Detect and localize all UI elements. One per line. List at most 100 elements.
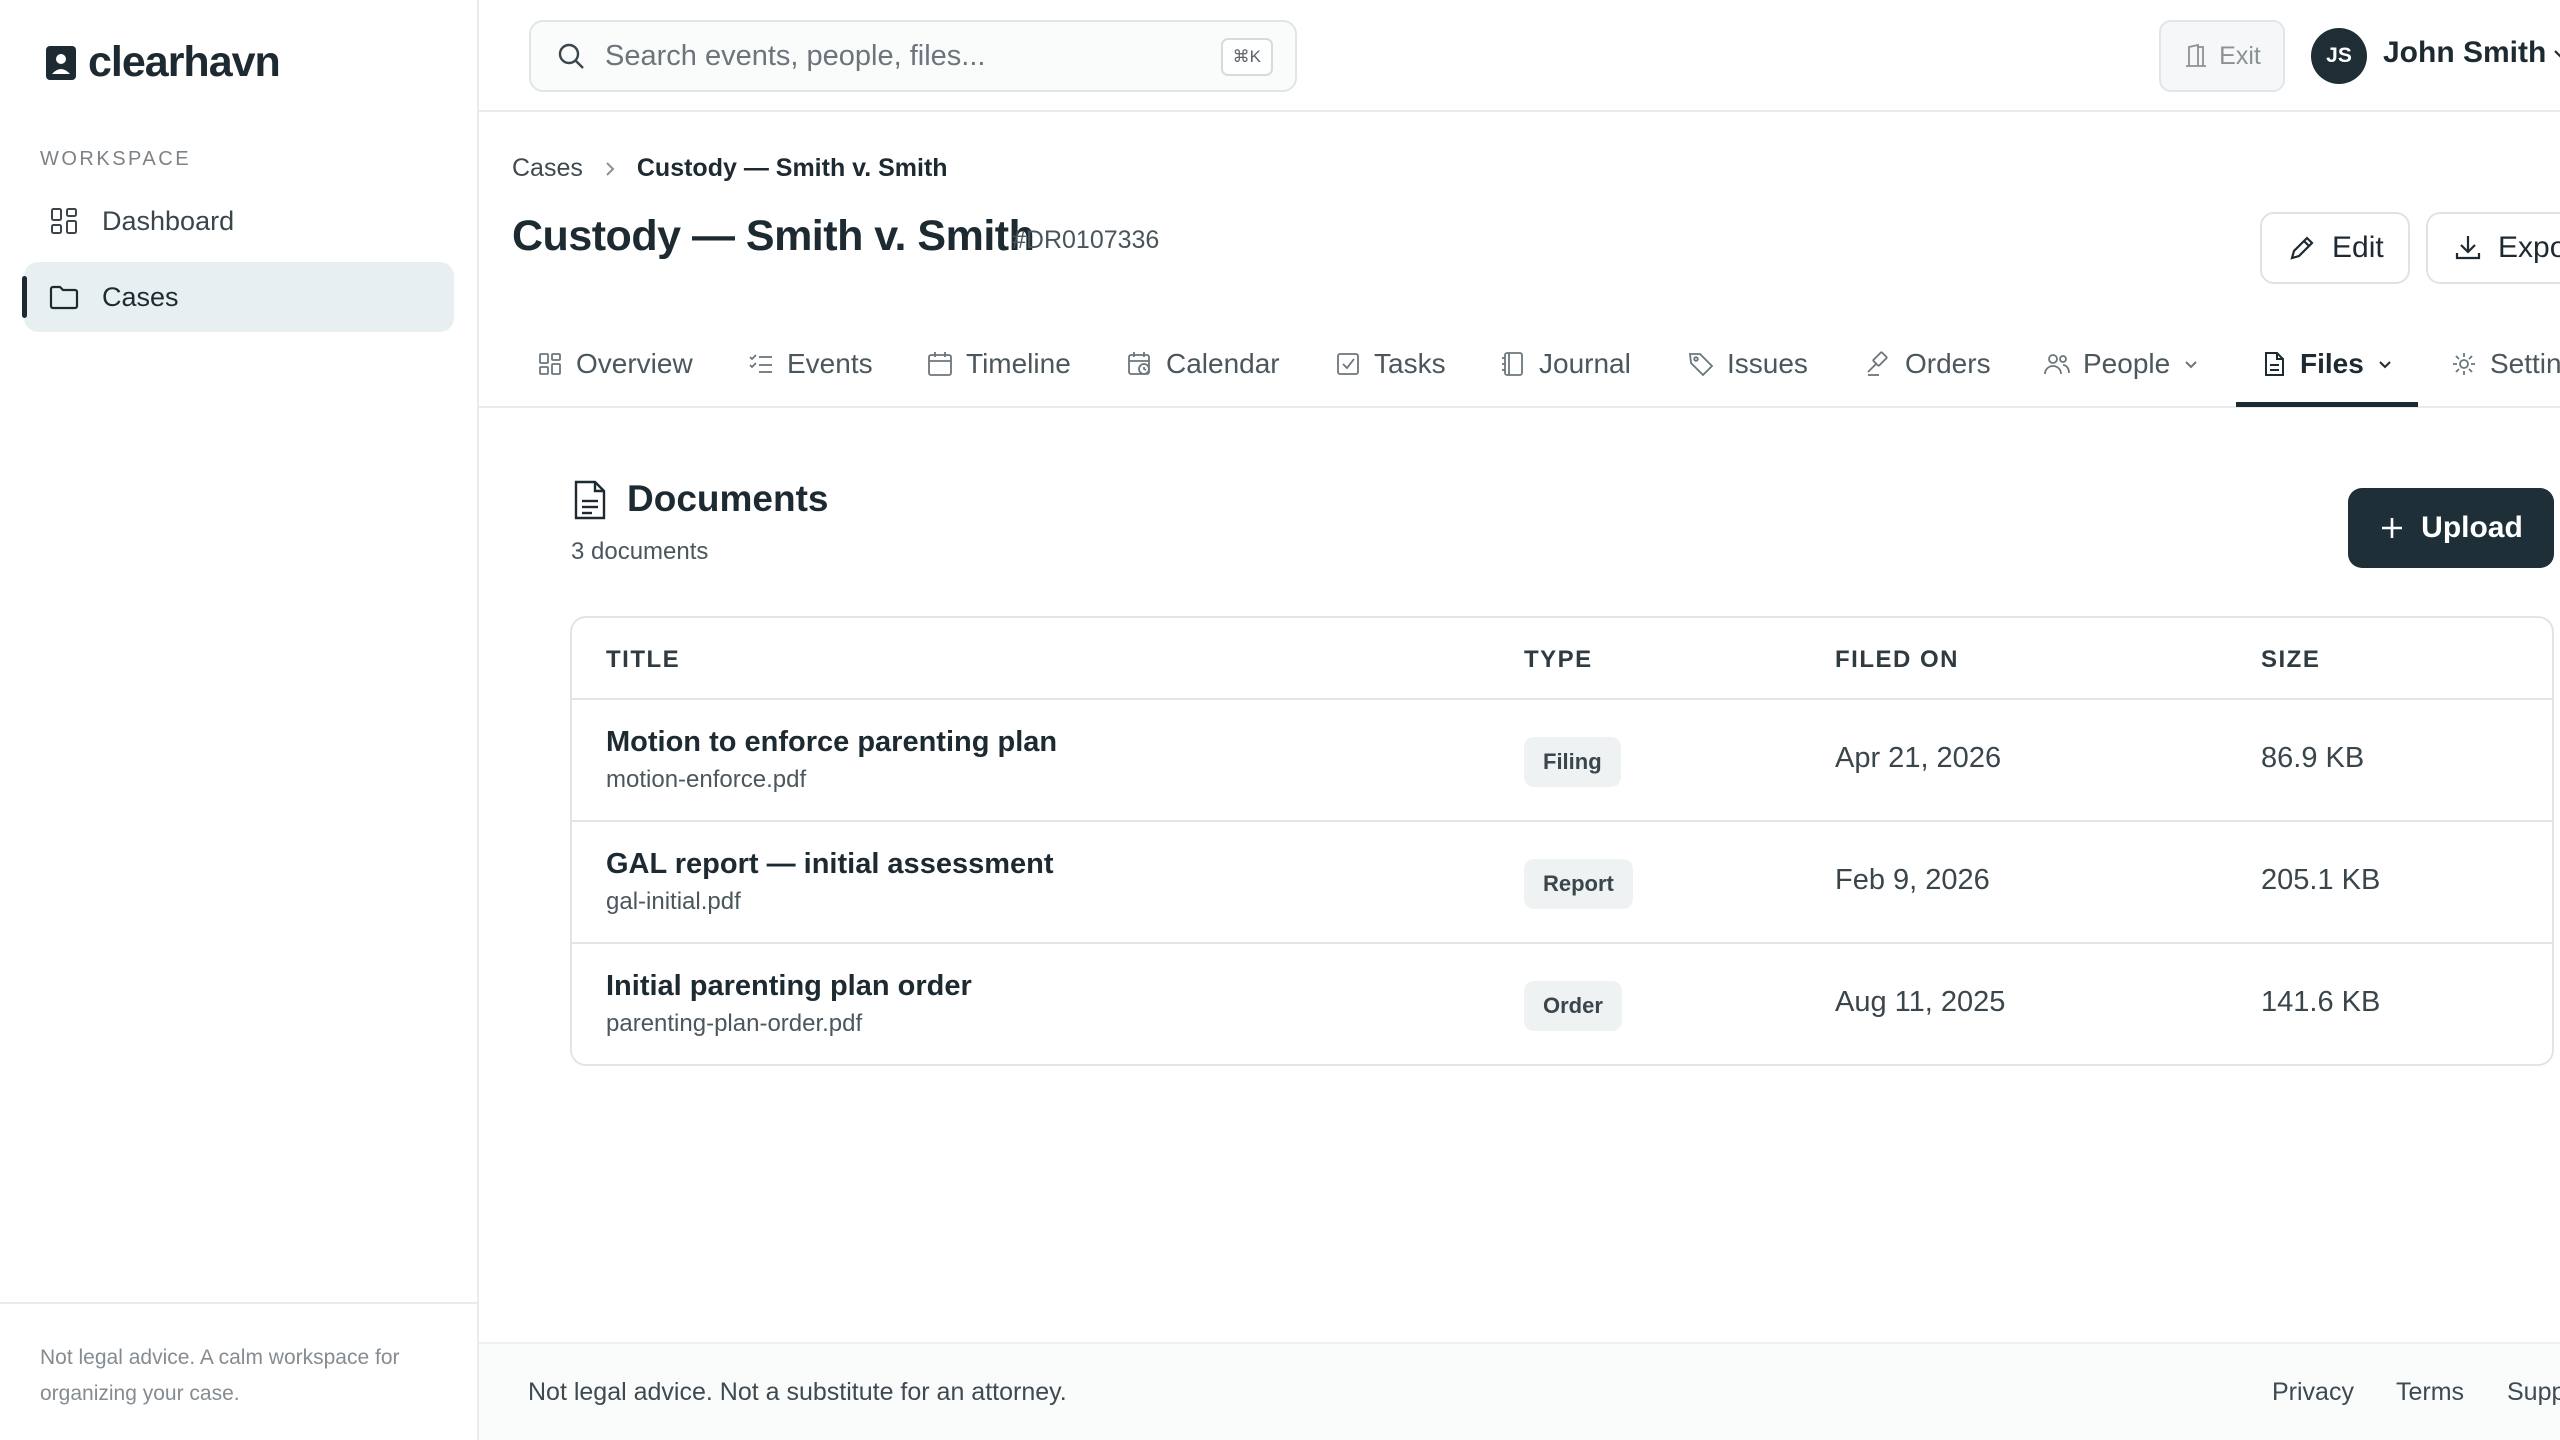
- tab-overview[interactable]: Overview: [536, 320, 693, 408]
- checkbox-icon: [1337, 353, 1359, 375]
- app-root: clearhavn WORKSPACE Dashboard Cases Not …: [0, 0, 2560, 1440]
- document-filename: gal-initial.pdf: [606, 888, 741, 915]
- document-filed-on: Aug 11, 2025: [1835, 986, 2006, 1018]
- tab-people[interactable]: People: [2043, 320, 2200, 408]
- tab-label: Orders: [1905, 348, 1991, 379]
- brand[interactable]: clearhavn: [44, 38, 281, 87]
- active-tab-indicator: [2236, 402, 2418, 407]
- tab-label: Settings: [2490, 348, 2560, 379]
- footer-link-support[interactable]: Support: [2507, 1378, 2560, 1407]
- tab-label: People: [2083, 348, 2171, 379]
- document-title[interactable]: Initial parenting plan order: [606, 970, 972, 1003]
- tab-files[interactable]: Files: [2260, 320, 2394, 408]
- sidebar-item-cases[interactable]: Cases: [22, 262, 454, 332]
- upload-button-label: Upload: [2421, 511, 2523, 544]
- sidebar: clearhavn WORKSPACE Dashboard Cases Not …: [0, 0, 479, 1440]
- file-icon: [2265, 352, 2284, 376]
- exit-button[interactable]: Exit: [2159, 20, 2285, 92]
- user-name[interactable]: John Smith: [2383, 36, 2546, 70]
- footer-link-privacy[interactable]: Privacy: [2272, 1378, 2354, 1407]
- chevron-right-icon: [606, 161, 615, 176]
- document-filename: motion-enforce.pdf: [606, 766, 807, 793]
- document-type-badge: Filing: [1524, 737, 1621, 787]
- tab-label: Events: [787, 348, 873, 379]
- table-row[interactable]: Motion to enforce parenting plan motion-…: [572, 700, 2552, 822]
- folder-icon: [49, 285, 79, 310]
- tab-label: Journal: [1539, 348, 1631, 379]
- tag-icon: [1688, 353, 1714, 377]
- sidebar-item-label: Dashboard: [102, 205, 235, 236]
- tab-label: Issues: [1727, 348, 1808, 379]
- sidebar-item-label: Cases: [102, 281, 179, 312]
- dashboard-grid-icon: [51, 208, 77, 234]
- list-check-icon: [749, 354, 772, 373]
- sidebar-item-dashboard[interactable]: Dashboard: [24, 186, 454, 256]
- exit-door-icon: [2186, 43, 2207, 67]
- document-size: 141.6 KB: [2261, 986, 2381, 1018]
- user-avatar[interactable]: JS: [2311, 28, 2367, 84]
- document-title[interactable]: GAL report — initial assessment: [606, 848, 1054, 881]
- document-size: 205.1 KB: [2261, 864, 2381, 896]
- tab-label: Tasks: [1374, 348, 1446, 379]
- document-filename: parenting-plan-order.pdf: [606, 1010, 863, 1037]
- brand-name: clearhavn: [88, 38, 281, 86]
- calendar-clock-icon: [1128, 352, 1150, 375]
- chevron-down-icon[interactable]: [2551, 44, 2560, 64]
- tab-label: Files: [2300, 348, 2364, 379]
- search-input[interactable]: [605, 39, 1205, 73]
- document-icon: [574, 480, 606, 520]
- sidebar-footer-note: Not legal advice. A calm workspace for o…: [0, 1302, 477, 1440]
- plus-icon: [2382, 518, 2403, 538]
- tab-label: Overview: [576, 348, 693, 379]
- tab-orders[interactable]: Orders: [1865, 320, 1991, 408]
- notebook-icon: [1502, 352, 1523, 376]
- column-header-filed-on[interactable]: FILED ON: [1835, 646, 1959, 674]
- breadcrumb-current: Custody — Smith v. Smith: [636, 154, 948, 182]
- case-tabs: Overview Events Timeline Calendar Tasks …: [479, 320, 2560, 408]
- column-header-title[interactable]: TITLE: [606, 646, 680, 674]
- footer-link-terms[interactable]: Terms: [2396, 1378, 2464, 1407]
- overview-grid-icon: [539, 353, 561, 375]
- gavel-icon: [1867, 351, 1888, 376]
- download-icon: [2455, 236, 2481, 260]
- search-box[interactable]: ⌘K: [529, 20, 1297, 92]
- tab-calendar[interactable]: Calendar: [1126, 320, 1280, 408]
- breadcrumb: Cases Custody — Smith v. Smith: [512, 154, 948, 183]
- tab-events[interactable]: Events: [747, 320, 873, 408]
- gear-icon: [2453, 353, 2475, 375]
- breadcrumb-cases-link[interactable]: Cases: [512, 154, 583, 183]
- documents-table: TITLE TYPE FILED ON SIZE Motion to enfor…: [570, 616, 2554, 1066]
- search-icon: [558, 43, 584, 69]
- pencil-icon: [2290, 236, 2314, 260]
- document-title[interactable]: Motion to enforce parenting plan: [606, 726, 1057, 759]
- tab-issues[interactable]: Issues: [1687, 320, 1808, 408]
- document-filed-on: Feb 9, 2026: [1835, 864, 1990, 896]
- edit-button[interactable]: Edit: [2260, 212, 2410, 284]
- people-icon: [2044, 354, 2070, 375]
- export-button-label: Export: [2498, 231, 2560, 264]
- tab-tasks[interactable]: Tasks: [1334, 320, 1446, 408]
- document-type-badge: Order: [1524, 981, 1622, 1031]
- tab-label: Timeline: [966, 348, 1071, 379]
- upload-button[interactable]: Upload: [2348, 488, 2554, 568]
- tab-settings[interactable]: Settings: [2450, 320, 2560, 408]
- column-header-type[interactable]: TYPE: [1524, 646, 1593, 674]
- tab-label: Calendar: [1166, 348, 1280, 379]
- document-filed-on: Apr 21, 2026: [1835, 742, 2002, 774]
- tab-journal[interactable]: Journal: [1499, 320, 1631, 408]
- edit-button-label: Edit: [2332, 231, 2384, 264]
- workspace-section-label: WORKSPACE: [40, 148, 192, 170]
- clearhavn-logo-icon: [46, 45, 76, 80]
- column-header-size[interactable]: SIZE: [2261, 646, 2320, 674]
- table-header: TITLE TYPE FILED ON SIZE: [572, 618, 2552, 700]
- chevron-down-icon: [2185, 361, 2197, 369]
- table-row[interactable]: GAL report — initial assessment gal-init…: [572, 822, 2552, 944]
- export-button[interactable]: Export: [2426, 212, 2560, 284]
- page-title: Custody — Smith v. Smith: [512, 212, 1035, 260]
- tab-timeline[interactable]: Timeline: [926, 320, 1071, 408]
- documents-heading: Documents: [627, 478, 829, 519]
- chevron-down-icon: [2379, 361, 2391, 369]
- case-id: #DR0107336: [1012, 226, 1160, 254]
- search-shortcut-hint: ⌘K: [1220, 38, 1273, 76]
- table-row[interactable]: Initial parenting plan order parenting-p…: [572, 944, 2552, 1064]
